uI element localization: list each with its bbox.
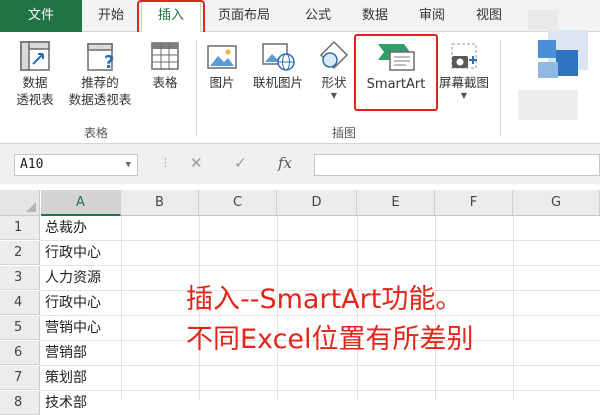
tab-data[interactable]: 数据 (350, 0, 400, 32)
cell-a1[interactable]: 总裁办 (41, 216, 121, 240)
worksheet-grid[interactable]: A B C D E F G 1 总裁办 2 行政中心 3 人力资源 4 行政中心… (0, 190, 600, 415)
picture-button[interactable]: 图片 (202, 38, 242, 91)
table-label: 表格 (152, 75, 178, 90)
column-header-b[interactable]: B (121, 190, 199, 216)
name-box-value: A10 (20, 157, 44, 172)
cell-a4[interactable]: 行政中心 (41, 291, 121, 315)
column-header-g[interactable]: G (513, 190, 600, 216)
formula-buttons: ✕ ✓ fx (176, 154, 306, 176)
row-header[interactable]: 5 (0, 316, 40, 340)
row-header[interactable]: 7 (0, 366, 40, 390)
recommended-pivot-label-2: 数据透视表 (68, 92, 132, 107)
row-header[interactable]: 1 (0, 216, 40, 240)
cancel-icon[interactable]: ✕ (190, 154, 203, 172)
formula-input[interactable] (314, 154, 600, 176)
blurred-region (508, 0, 600, 150)
recommended-pivot-label-1: 推荐的 (81, 75, 119, 90)
row-header[interactable]: 4 (0, 291, 40, 315)
online-picture-icon (260, 38, 296, 74)
tab-file[interactable]: 文件 (0, 0, 82, 32)
column-header-d[interactable]: D (277, 190, 357, 216)
formula-bar: A10 ▼ ⋮ ✕ ✓ fx (0, 144, 600, 184)
column-header-c[interactable]: C (199, 190, 277, 216)
column-header-e[interactable]: E (357, 190, 435, 216)
cell-a7[interactable]: 策划部 (41, 366, 121, 390)
name-box-dropdown-icon[interactable]: ▼ (126, 155, 131, 175)
pivot-table-label-1: 数据 (22, 75, 48, 90)
row-header[interactable]: 8 (0, 391, 40, 415)
table-icon (147, 38, 183, 74)
select-all-corner[interactable] (0, 190, 40, 216)
online-picture-button[interactable]: 联机图片 (246, 38, 310, 91)
recommended-pivot-button[interactable]: ? 推荐的 数据透视表 (62, 38, 138, 108)
smartart-highlight (354, 34, 438, 111)
column-header-f[interactable]: F (435, 190, 513, 216)
screenshot-dropdown-icon: ▼ (460, 91, 468, 100)
group-label-tables: 表格 (84, 126, 109, 140)
tab-review[interactable]: 审阅 (406, 0, 458, 32)
recommended-pivot-icon: ? (82, 38, 118, 74)
row-header[interactable]: 2 (0, 241, 40, 265)
picture-icon (204, 38, 240, 74)
table-button[interactable]: 表格 (144, 38, 186, 91)
column-header-a[interactable]: A (41, 190, 121, 216)
svg-text:?: ? (104, 52, 114, 73)
cell-a8[interactable]: 技术部 (41, 391, 121, 415)
shapes-label: 形状 (321, 75, 347, 90)
annotation-line-1: 插入--SmartArt功能。 (186, 284, 463, 315)
cell-a3[interactable]: 人力资源 (41, 266, 121, 290)
picture-label: 图片 (209, 75, 235, 90)
drag-handle-icon[interactable]: ⋮ (160, 156, 171, 169)
cell-a2[interactable]: 行政中心 (41, 241, 121, 265)
shapes-dropdown-icon: ▼ (330, 91, 338, 100)
group-label-illustrations: 插图 (332, 126, 357, 140)
cell-a5[interactable]: 营销中心 (41, 316, 121, 340)
screenshot-label: 屏幕截图 (438, 75, 489, 90)
pivot-table-button[interactable]: 数据 透视表 (10, 38, 60, 108)
tab-home[interactable]: 开始 (82, 0, 140, 32)
online-picture-label: 联机图片 (252, 75, 303, 90)
row-header[interactable]: 3 (0, 266, 40, 290)
cell-a6[interactable]: 营销部 (41, 341, 121, 365)
enter-icon[interactable]: ✓ (234, 154, 247, 172)
insert-function-icon[interactable]: fx (278, 154, 292, 172)
tab-page-layout[interactable]: 页面布局 (204, 0, 284, 32)
screenshot-button[interactable]: 屏幕截图 ▼ (434, 38, 494, 101)
group-separator-2 (500, 40, 501, 136)
pivot-table-label-2: 透视表 (16, 92, 54, 107)
row-header[interactable]: 6 (0, 341, 40, 365)
group-separator (196, 40, 197, 136)
camera-icon (446, 38, 482, 74)
shapes-button[interactable]: 形状 ▼ (314, 38, 354, 101)
tab-formulas[interactable]: 公式 (288, 0, 348, 32)
name-box[interactable]: A10 ▼ (14, 154, 138, 176)
annotation-line-2: 不同Excel位置有所差别 (186, 324, 474, 355)
pivot-table-icon (17, 38, 53, 74)
shapes-icon (316, 38, 352, 74)
